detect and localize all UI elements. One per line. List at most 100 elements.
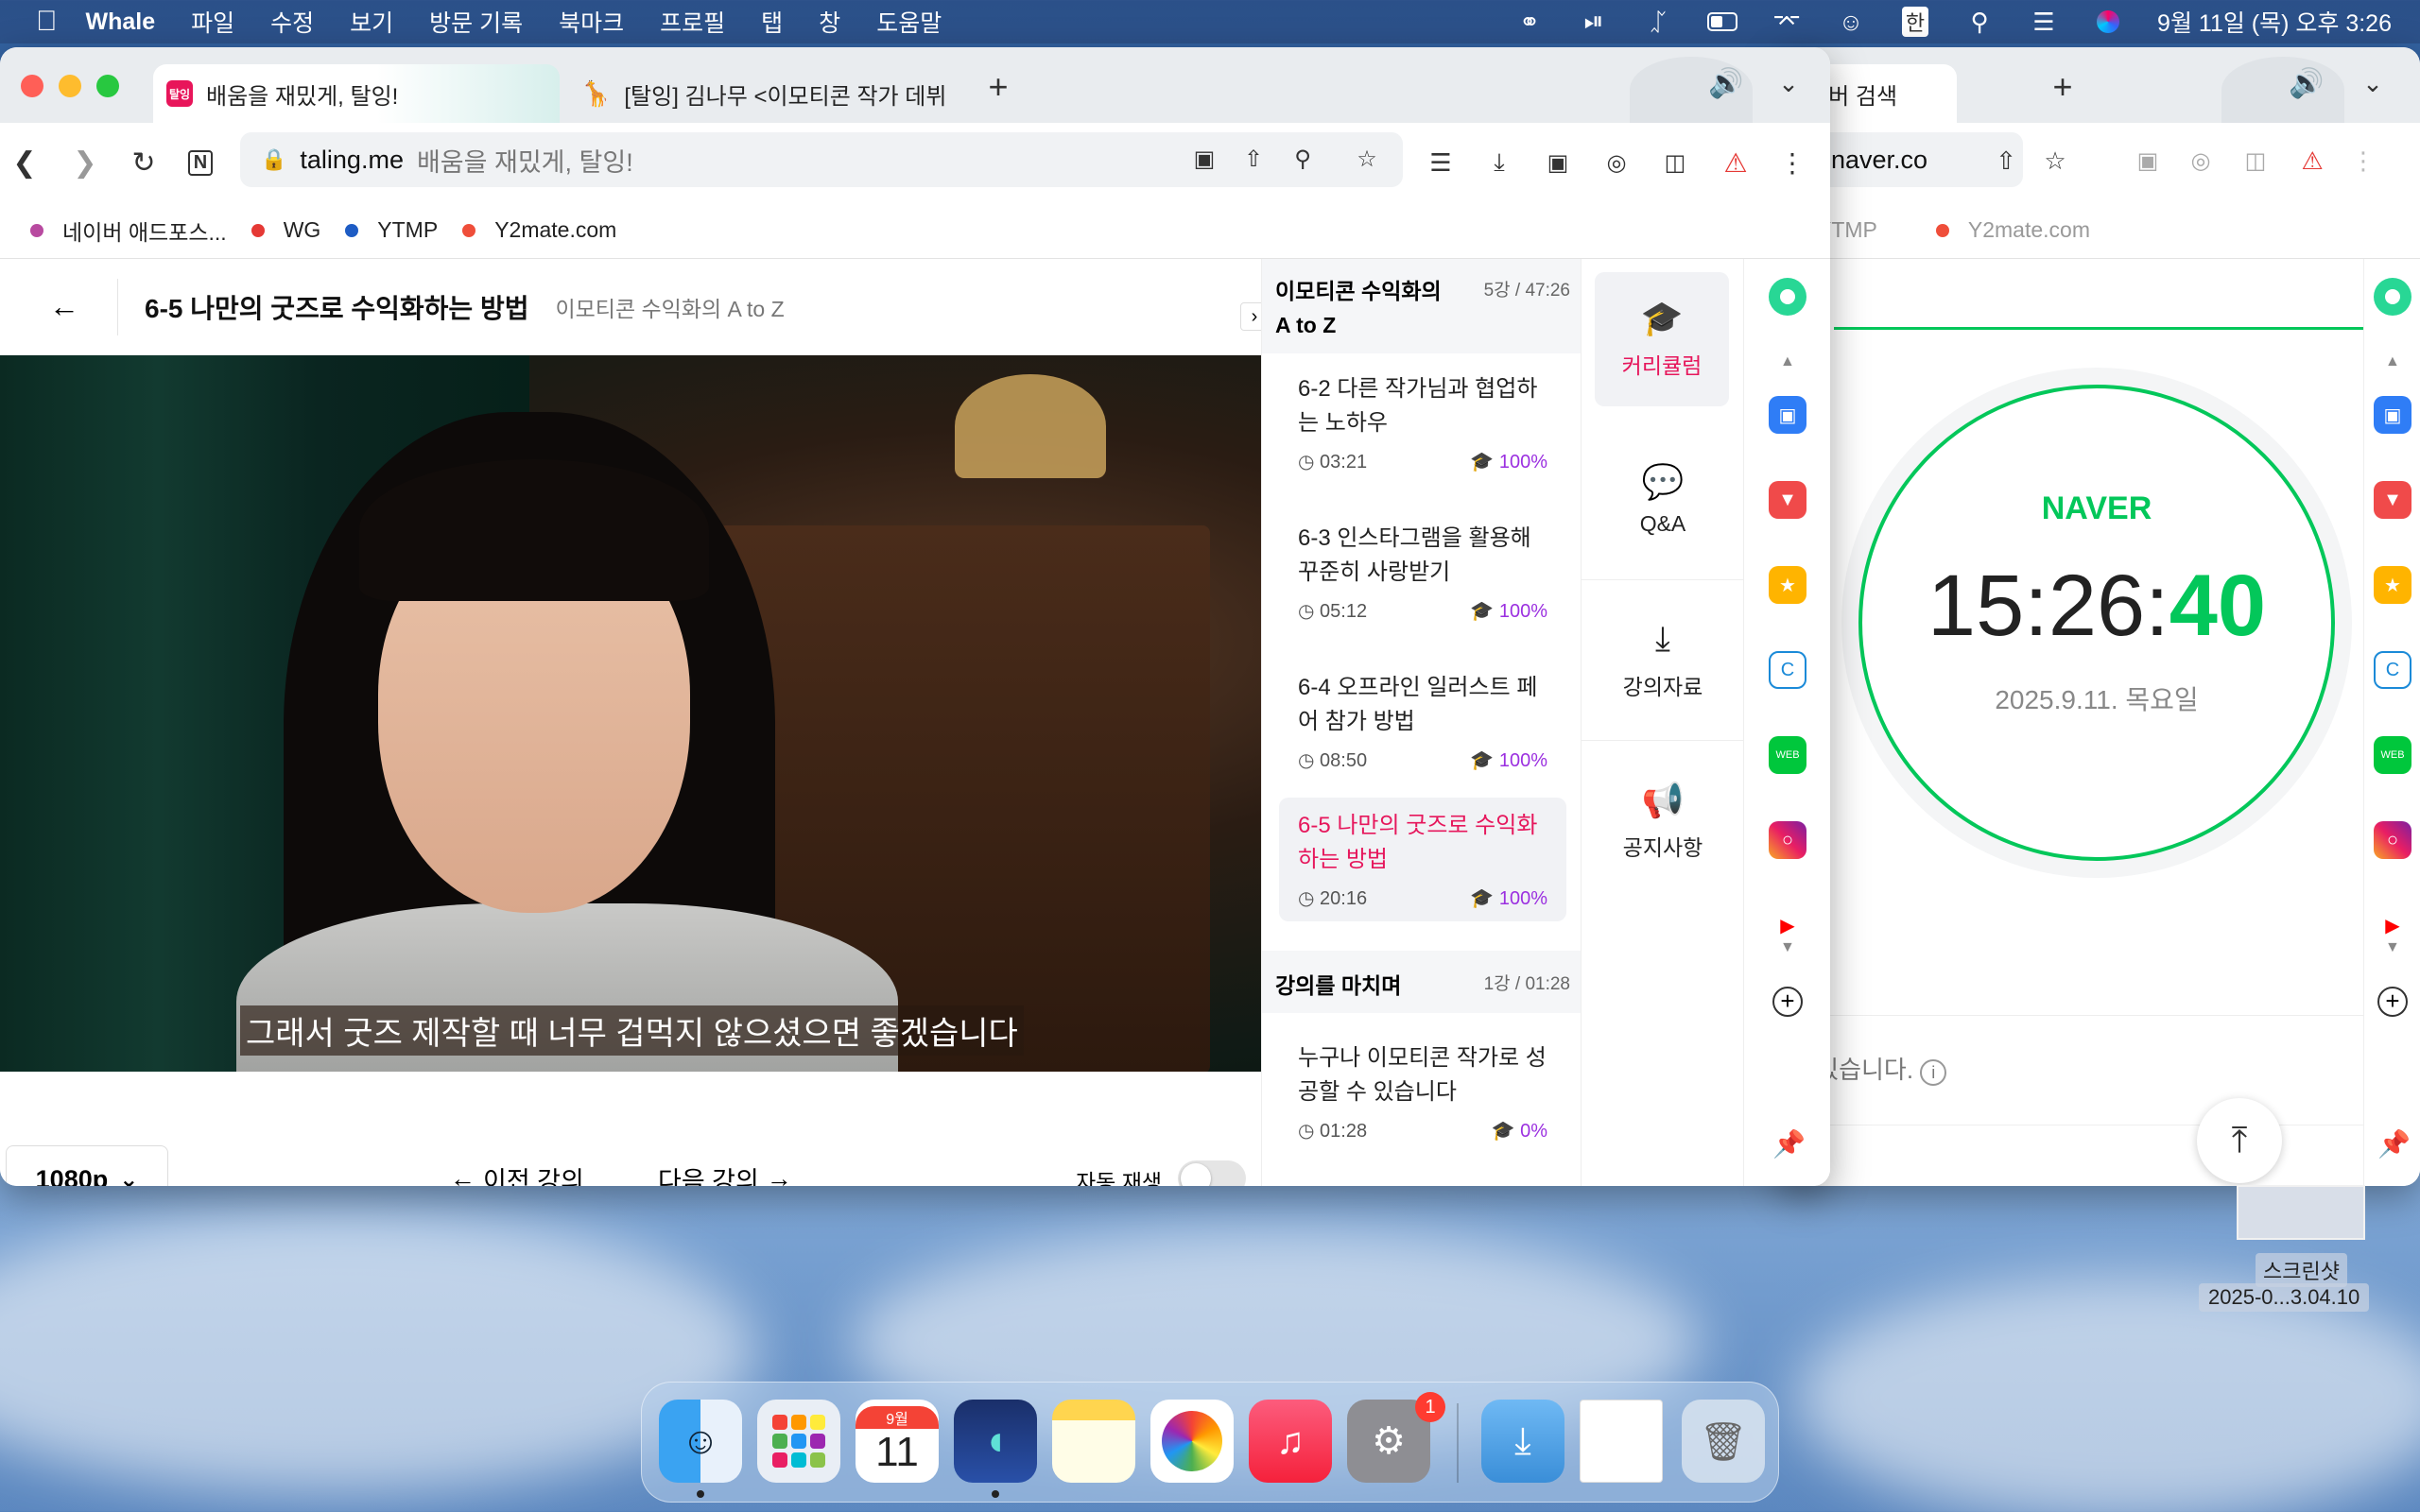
curriculum-lesson[interactable]: 누구나 이모티콘 작가로 성공할 수 있습니다 ◷ 01:28 🎓 0%	[1279, 1030, 1566, 1154]
curriculum-lesson[interactable]: 6-3 인스타그램을 활용해 꾸준히 사랑받기 ◷ 05:12 🎓 100%	[1279, 510, 1566, 634]
photos-icon[interactable]	[1150, 1400, 1234, 1483]
pocket-icon[interactable]: ▼	[1769, 481, 1806, 519]
whale-browser-icon[interactable]: ◖	[954, 1400, 1037, 1483]
share-icon[interactable]: ⇧	[1235, 140, 1272, 178]
bluetooth-icon[interactable]: ᛢ	[1643, 8, 1673, 36]
curriculum-lesson[interactable]: 6-4 오프라인 일러스트 페어 참가 방법 ◷ 08:50 🎓 100%	[1279, 660, 1566, 783]
menu-file[interactable]: 파일	[191, 5, 234, 39]
curriculum-lesson[interactable]: 6-2 다른 작가님과 협업하는 노하우 ◷ 03:21 🎓 100%	[1279, 361, 1566, 485]
reload-icon[interactable]: ↻	[125, 144, 163, 181]
forward-icon[interactable]: ❯	[66, 144, 104, 181]
bookmark-y2mate[interactable]: Y2mate.com	[1935, 217, 2090, 243]
apple-menu-icon[interactable]: 	[36, 6, 58, 38]
capture-icon[interactable]: ◎	[2182, 142, 2220, 180]
add-sidebar-icon[interactable]: +	[1772, 987, 1803, 1017]
address-bar[interactable]: 🔒 taling.me 배움을 재밌게, 탈잉! ▣ ⇧ ⚲ ☆	[240, 132, 1403, 187]
new-tab-icon[interactable]: +	[979, 67, 1017, 106]
video-player[interactable]: 그래서 굿즈 제작할 때 너무 겁먹지 않으셨으면 좋겠습니다	[0, 355, 1261, 1072]
add-sidebar-icon[interactable]: +	[2377, 987, 2408, 1017]
minimize-window-button[interactable]	[59, 75, 81, 97]
info-icon[interactable]: i	[1920, 1059, 1947, 1086]
chevron-down-icon[interactable]: ⌄	[1770, 64, 1807, 102]
menu-help[interactable]: 도움말	[876, 5, 942, 39]
wifi-icon[interactable]: ⌤	[1772, 8, 1802, 36]
tab-taling-home[interactable]: 탈잉 배움을 재밌게, 탈잉!	[153, 64, 560, 123]
menu-bookmarks[interactable]: 북마크	[559, 5, 624, 39]
scroll-to-top-button[interactable]: ⤒	[2197, 1098, 2282, 1183]
zoom-out-icon[interactable]: ⚲	[1284, 140, 1322, 178]
youtube-icon[interactable]: ▶	[2374, 906, 2411, 944]
zoom-window-button[interactable]	[96, 75, 119, 97]
toolbox-icon[interactable]: ▣	[1769, 396, 1806, 434]
menu-app-name[interactable]: Whale	[86, 9, 156, 36]
whale-c-icon[interactable]: C	[2374, 651, 2411, 689]
spotlight-search-icon[interactable]: ⚲	[1964, 8, 1995, 36]
whale-green-icon[interactable]	[2374, 278, 2411, 316]
control-center-icon[interactable]: ☰	[2029, 8, 2059, 36]
capture-icon[interactable]: ◎	[1598, 144, 1635, 181]
toolbox-icon[interactable]: ▣	[2374, 396, 2411, 434]
siri-icon[interactable]	[2093, 8, 2123, 36]
instagram-icon[interactable]: ○	[2374, 821, 2411, 859]
input-source-icon[interactable]: 한	[1900, 7, 1930, 37]
menu-edit[interactable]: 수정	[270, 5, 314, 39]
more-menu-icon[interactable]: ⋮	[1773, 144, 1811, 181]
back-icon[interactable]: ❮	[6, 144, 43, 181]
youtube-icon[interactable]: ▶	[1769, 906, 1806, 944]
bookmark-star-icon[interactable]: ☆	[1348, 140, 1386, 178]
battery-icon[interactable]	[1707, 8, 1738, 36]
pin-icon[interactable]: 📌	[1772, 1128, 1806, 1160]
prev-lecture-button[interactable]: ← 이전 강의	[450, 1160, 584, 1186]
bookmark-wg[interactable]: WG	[251, 217, 320, 243]
naver-n-icon[interactable]: N	[182, 144, 219, 181]
warning-icon[interactable]: ⚠	[2293, 142, 2331, 180]
scroll-down-icon[interactable]: ▼	[2385, 939, 2400, 956]
bookmark-y2mate[interactable]: Y2mate.com	[462, 217, 616, 243]
pocket-icon[interactable]: ▼	[2374, 481, 2411, 519]
menu-tab[interactable]: 탭	[761, 5, 783, 39]
favorites-star-icon[interactable]: ★	[1769, 566, 1806, 604]
split-view-icon[interactable]: ◫	[1656, 144, 1694, 181]
warning-icon[interactable]: ⚠	[1717, 144, 1754, 181]
play-circle-icon[interactable]: ⏯	[1579, 7, 1609, 36]
rail-materials[interactable]: ⤓ 강의자료	[1582, 580, 1744, 741]
favorites-star-icon[interactable]: ★	[2374, 566, 2411, 604]
menu-window[interactable]: 창	[819, 5, 840, 39]
next-lecture-button[interactable]: 다음 강의 →	[658, 1160, 792, 1186]
autoplay-toggle[interactable]	[1178, 1160, 1246, 1186]
pip-icon[interactable]: ▣	[2129, 142, 2167, 180]
install-app-icon[interactable]: ▣	[1185, 140, 1223, 178]
instagram-icon[interactable]: ○	[1769, 821, 1806, 859]
calendar-icon[interactable]: 9월 11	[856, 1400, 939, 1483]
scroll-up-icon[interactable]: ▲	[1780, 353, 1795, 370]
webtoon-icon[interactable]: WEB	[1769, 736, 1806, 774]
whale-green-icon[interactable]	[1769, 278, 1806, 316]
rail-curriculum[interactable]: 🎓 커리큘럼	[1595, 272, 1729, 406]
menu-view[interactable]: 보기	[350, 5, 393, 39]
menu-history[interactable]: 방문 기록	[429, 5, 523, 39]
pip-icon[interactable]: ▣	[1539, 144, 1577, 181]
playlist-icon[interactable]: ☰	[1422, 144, 1460, 181]
speaker-icon[interactable]: 🔊	[1707, 64, 1745, 102]
bookmark-naver-adpost[interactable]: 네이버 애드포스...	[30, 215, 227, 247]
split-view-icon[interactable]: ◫	[2237, 142, 2274, 180]
speaker-icon[interactable]: 🔊	[2288, 64, 2325, 102]
download-icon[interactable]: ⤓	[1480, 144, 1518, 181]
notes-icon[interactable]	[1052, 1400, 1135, 1483]
finder-icon[interactable]: ☺	[659, 1400, 742, 1483]
music-icon[interactable]: ♫	[1249, 1400, 1332, 1483]
trash-icon[interactable]: 🗑	[1682, 1400, 1765, 1483]
menu-clock[interactable]: 9월 11일 (목) 오후 3:26	[2157, 5, 2392, 39]
tab-taling-course[interactable]: 🦒 [탈잉] 김나무 <이모티콘 작가 데뷔	[567, 64, 964, 123]
share-icon[interactable]: ⇧	[1987, 142, 2025, 180]
more-menu-icon[interactable]: ⋮	[2344, 142, 2382, 180]
scroll-up-icon[interactable]: ▲	[2385, 353, 2400, 370]
chevron-down-icon[interactable]: ⌄	[2354, 64, 2392, 102]
pin-icon[interactable]: 📌	[2377, 1128, 2411, 1160]
quality-select[interactable]: 1080p ⌄	[6, 1145, 168, 1186]
creative-cloud-icon[interactable]: ⚭	[1514, 8, 1545, 36]
back-arrow-icon[interactable]: ←	[49, 289, 79, 324]
menu-profile[interactable]: 프로필	[660, 5, 725, 39]
bookmark-star-icon[interactable]: ☆	[2036, 142, 2074, 180]
new-tab-icon[interactable]: +	[2044, 67, 2082, 106]
